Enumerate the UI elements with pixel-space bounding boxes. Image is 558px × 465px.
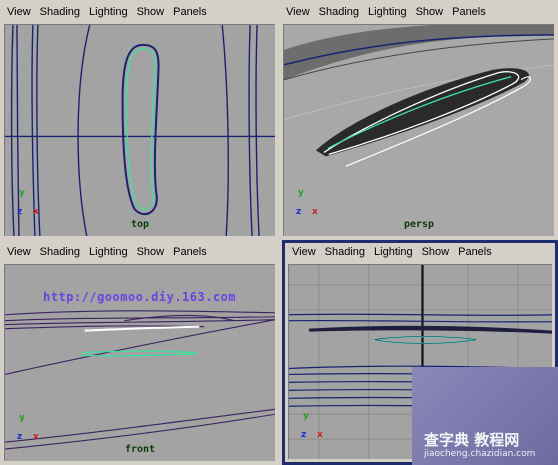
watermark-title: 查字典 教程网 (424, 431, 520, 449)
viewport-panel-persp[interactable]: View Shading Lighting Show Panels y z x … (279, 0, 558, 240)
menu-lighting[interactable]: Lighting (368, 6, 407, 18)
menu-lighting[interactable]: Lighting (89, 246, 128, 258)
camera-label: persp (403, 219, 435, 230)
menu-lighting[interactable]: Lighting (374, 246, 413, 258)
menu-show[interactable]: Show (137, 246, 165, 258)
menu-shading[interactable]: Shading (40, 246, 80, 258)
menu-view[interactable]: View (292, 246, 316, 258)
menu-view[interactable]: View (7, 246, 31, 258)
camera-label: front (124, 444, 156, 455)
menu-view[interactable]: View (7, 6, 31, 18)
viewport-canvas-persp[interactable]: y z x persp (283, 24, 554, 236)
menu-show[interactable]: Show (422, 246, 450, 258)
viewport-panel-front[interactable]: View Shading Lighting Show Panels http:/… (0, 240, 279, 465)
panel-menubar-top: View Shading Lighting Show Panels (0, 0, 279, 24)
menu-view[interactable]: View (286, 6, 310, 18)
menu-panels[interactable]: Panels (173, 6, 207, 18)
menu-shading[interactable]: Shading (40, 6, 80, 18)
panel-menubar-persp: View Shading Lighting Show Panels (279, 0, 558, 24)
viewport-canvas-top[interactable]: y z x top (4, 24, 275, 236)
panel-menubar-side: View Shading Lighting Show Panels (282, 240, 558, 264)
overlay-url-text: http://goomoo.diy.163.com (43, 290, 237, 304)
menu-panels[interactable]: Panels (452, 6, 486, 18)
menu-panels[interactable]: Panels (173, 246, 207, 258)
viewport-canvas-front[interactable]: http://goomoo.diy.163.com y z x front (4, 264, 275, 461)
viewport-panel-top[interactable]: View Shading Lighting Show Panels y z x … (0, 0, 279, 240)
camera-label: top (130, 219, 150, 230)
site-watermark: 查字典 教程网 jiaocheng.chazidian.com (412, 367, 558, 465)
menu-shading[interactable]: Shading (319, 6, 359, 18)
menu-show[interactable]: Show (416, 6, 444, 18)
panel-menubar-front: View Shading Lighting Show Panels (0, 240, 279, 264)
menu-show[interactable]: Show (137, 6, 165, 18)
menu-lighting[interactable]: Lighting (89, 6, 128, 18)
menu-panels[interactable]: Panels (458, 246, 492, 258)
menu-shading[interactable]: Shading (325, 246, 365, 258)
watermark-url: jiaocheng.chazidian.com (424, 449, 536, 459)
